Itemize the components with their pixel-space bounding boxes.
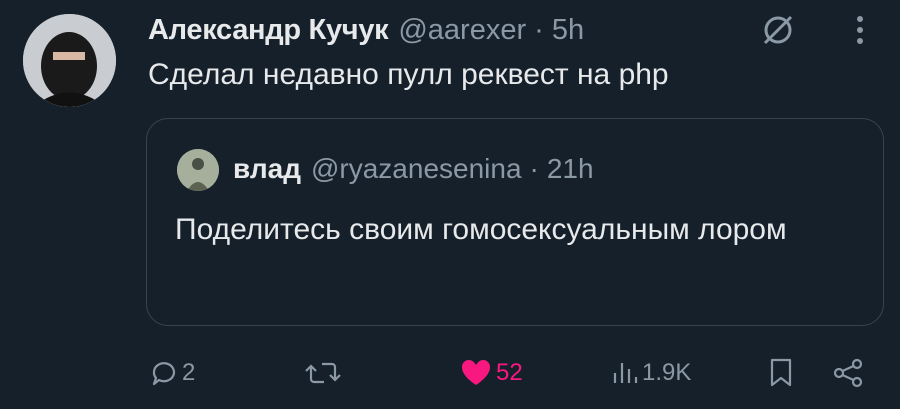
bookmark-icon bbox=[770, 358, 792, 387]
tweet-header: Александр Кучук @aarexer · 5h bbox=[148, 12, 584, 48]
reply-count: 2 bbox=[182, 359, 196, 386]
retweet-icon bbox=[305, 362, 341, 384]
views-button[interactable]: 1.9K bbox=[612, 355, 691, 391]
like-button[interactable]: 52 bbox=[460, 355, 523, 391]
mute-icon[interactable] bbox=[758, 10, 798, 50]
retweet-button[interactable] bbox=[305, 355, 345, 391]
bookmark-button[interactable] bbox=[768, 355, 794, 391]
reply-button[interactable]: 2 bbox=[150, 355, 195, 391]
quoted-time[interactable]: 21h bbox=[547, 153, 594, 185]
views-icon bbox=[613, 363, 638, 383]
quoted-author-avatar[interactable] bbox=[177, 149, 219, 191]
tweet-text: Сделал недавно пулл реквест на php bbox=[148, 58, 669, 91]
quoted-text: Поделитесь своим гомосексуальным лором bbox=[175, 213, 787, 246]
author-name[interactable]: Александр Кучук bbox=[148, 14, 389, 47]
separator-dot: · bbox=[529, 153, 539, 184]
tweet-time[interactable]: 5h bbox=[552, 14, 584, 47]
quoted-author-name[interactable]: влад bbox=[233, 153, 301, 185]
share-icon bbox=[833, 358, 863, 388]
heart-icon bbox=[462, 360, 490, 385]
reply-icon bbox=[152, 362, 176, 386]
author-handle[interactable]: @aarexer bbox=[398, 14, 526, 47]
like-count: 52 bbox=[496, 359, 523, 386]
quoted-tweet[interactable]: влад @ryazanesenina · 21h Поделитесь сво… bbox=[146, 118, 884, 326]
views-count: 1.9K bbox=[642, 359, 692, 386]
more-icon[interactable] bbox=[845, 12, 875, 48]
quoted-author-handle[interactable]: @ryazanesenina bbox=[311, 153, 522, 185]
author-avatar[interactable] bbox=[23, 14, 116, 107]
separator-dot: · bbox=[534, 13, 544, 46]
quoted-header: влад @ryazanesenina · 21h bbox=[233, 151, 594, 187]
share-button[interactable] bbox=[832, 355, 864, 391]
